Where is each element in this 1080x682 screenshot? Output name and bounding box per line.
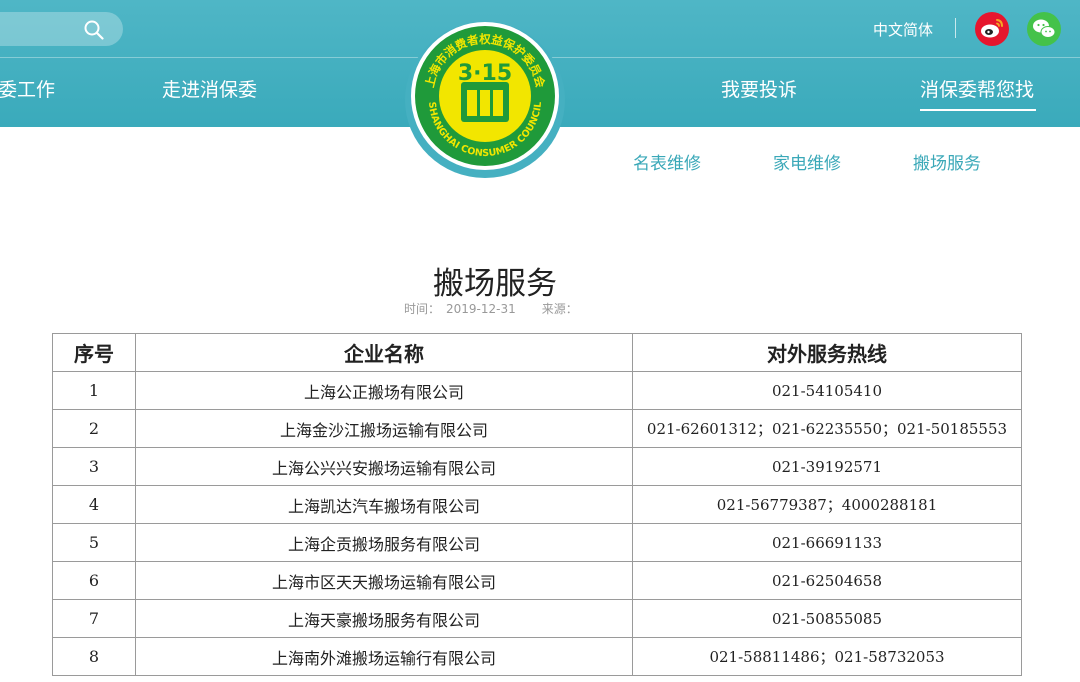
row-hotline: 021-50855085 [632, 599, 1022, 638]
row-no: 7 [52, 599, 136, 638]
search-icon[interactable] [84, 20, 104, 40]
row-company: 上海南外滩搬场运输行有限公司 [135, 637, 633, 676]
time-label: 时间： [404, 302, 441, 316]
nav-active-indicator [920, 109, 1036, 111]
table-row: 1 上海公正搬场有限公司 021-54105410 [52, 371, 1022, 410]
site-logo[interactable]: 上海市消费者权益保护委员会 SHANGHAI CONSUMER COUNCIL … [405, 0, 565, 178]
time-value: 2019-12-31 [446, 302, 516, 316]
search-input[interactable] [0, 12, 123, 46]
subnav-watch-repair[interactable]: 名表维修 [633, 149, 701, 174]
nav-item-complaint[interactable]: 我要投诉 [721, 75, 797, 102]
row-company: 上海公兴兴安搬场运输有限公司 [135, 447, 633, 486]
row-no: 4 [52, 485, 136, 524]
table-row: 3 上海公兴兴安搬场运输有限公司 021-39192571 [52, 447, 1022, 486]
table-header-row: 序号 企业名称 对外服务热线 [52, 333, 1022, 372]
row-no: 6 [52, 561, 136, 600]
header-separator [955, 18, 956, 38]
row-company: 上海凯达汽车搬场有限公司 [135, 485, 633, 524]
table-row: 8 上海南外滩搬场运输行有限公司 021-58811486；021-587320… [52, 637, 1022, 676]
row-hotline: 021-62504658 [632, 561, 1022, 600]
article-meta: 时间： 2019-12-31 来源： [404, 300, 584, 317]
row-hotline: 021-54105410 [632, 371, 1022, 410]
table-row: 4 上海凯达汽车搬场有限公司 021-56779387；4000288181 [52, 485, 1022, 524]
header-no: 序号 [52, 333, 136, 372]
table-row: 5 上海企贡搬场服务有限公司 021-66691133 [52, 523, 1022, 562]
table-row: 7 上海天豪搬场服务有限公司 021-50855085 [52, 599, 1022, 638]
table-row: 6 上海市区天天搬场运输有限公司 021-62504658 [52, 561, 1022, 600]
weibo-icon[interactable] [975, 12, 1009, 46]
header-company: 企业名称 [135, 333, 633, 372]
table-row: 2 上海金沙江搬场运输有限公司 021-62601312；021-6223555… [52, 409, 1022, 448]
row-hotline: 021-62601312；021-62235550；021-50185553 [632, 409, 1022, 448]
page-title: 搬场服务 [433, 266, 557, 302]
row-hotline: 021-66691133 [632, 523, 1022, 562]
company-table: 序号 企业名称 对外服务热线 1 上海公正搬场有限公司 021-54105410… [52, 333, 1022, 676]
language-switch[interactable]: 中文简体 [873, 19, 933, 40]
row-company: 上海公正搬场有限公司 [135, 371, 633, 410]
row-no: 5 [52, 523, 136, 562]
row-company: 上海企贡搬场服务有限公司 [135, 523, 633, 562]
source-label: 来源： [541, 302, 578, 316]
row-company: 上海金沙江搬场运输有限公司 [135, 409, 633, 448]
row-company: 上海市区天天搬场运输有限公司 [135, 561, 633, 600]
subnav-moving-service[interactable]: 搬场服务 [913, 149, 981, 174]
row-hotline: 021-58811486；021-58732053 [632, 637, 1022, 676]
nav-item-help-find[interactable]: 消保委帮您找 [920, 75, 1034, 102]
row-company: 上海天豪搬场服务有限公司 [135, 599, 633, 638]
nav-item-work[interactable]: 委工作 [0, 75, 55, 102]
wechat-icon[interactable] [1027, 12, 1061, 46]
row-no: 8 [52, 637, 136, 676]
row-no: 2 [52, 409, 136, 448]
row-hotline: 021-39192571 [632, 447, 1022, 486]
row-no: 3 [52, 447, 136, 486]
subnav-appliance-repair[interactable]: 家电维修 [773, 149, 841, 174]
row-hotline: 021-56779387；4000288181 [632, 485, 1022, 524]
nav-item-about[interactable]: 走进消保委 [162, 75, 257, 102]
logo-315-text: 3·15 [458, 61, 512, 86]
row-no: 1 [52, 371, 136, 410]
header-hotline: 对外服务热线 [632, 333, 1022, 372]
